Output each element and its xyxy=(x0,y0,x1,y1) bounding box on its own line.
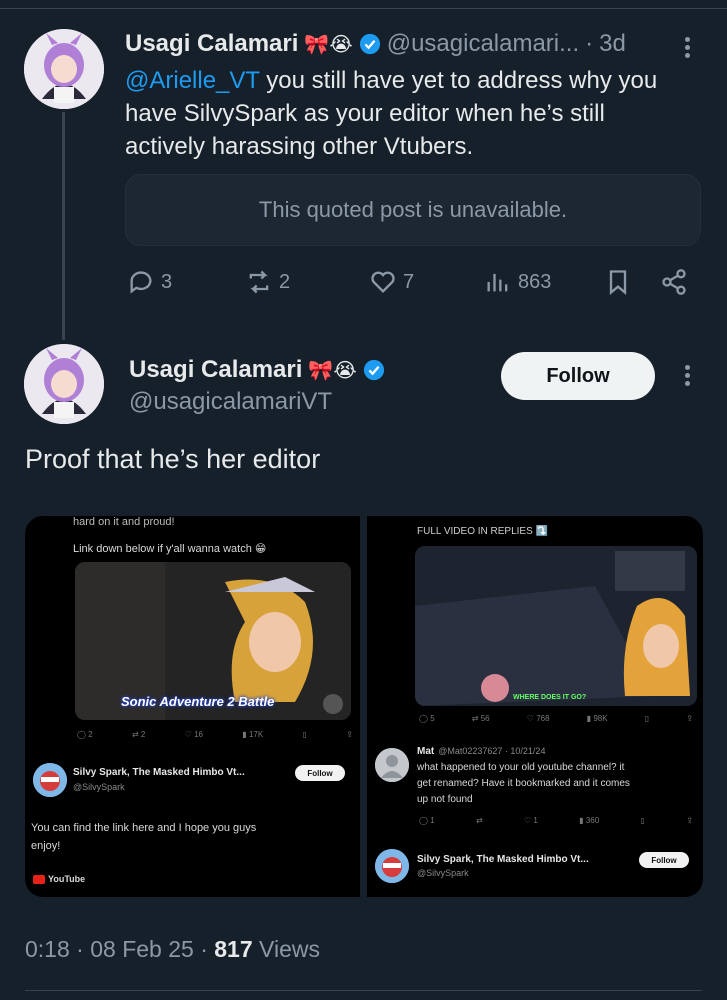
verified-badge-icon xyxy=(359,33,380,55)
media-image-right[interactable]: FULL VIDEO IN REPLIES ⤵️ WHERE DOES IT G… xyxy=(367,516,703,897)
views-chart-icon xyxy=(487,273,508,292)
tweet-date[interactable]: 08 Feb 25 xyxy=(90,936,194,962)
top-divider xyxy=(0,8,727,9)
author-name[interactable]: Usagi Calamari xyxy=(125,30,298,58)
reply-button[interactable]: 3 xyxy=(127,268,172,296)
tweet-text: @Arielle_VT you still have yet to addres… xyxy=(125,67,658,160)
views-count: 817 xyxy=(214,936,253,962)
video-thumbnail[interactable]: Sonic Adventure 2 Battle xyxy=(75,562,351,720)
embedded-follow-button: Follow xyxy=(295,765,345,781)
mention-link[interactable]: @Arielle_VT xyxy=(125,67,260,94)
author-handle[interactable]: @usagicalamari... xyxy=(387,30,579,58)
bottom-divider xyxy=(25,990,702,991)
author-name[interactable]: Usagi Calamari xyxy=(129,356,302,384)
author-handle[interactable]: @usagicalamariVT xyxy=(129,388,332,416)
tweet-meta: 0:18 · 08 Feb 25 · 817 Views xyxy=(25,936,320,962)
heart-icon xyxy=(371,271,395,293)
reply-icon xyxy=(130,271,152,294)
tweet-time[interactable]: 3d xyxy=(599,30,626,58)
youtube-link: YouTube xyxy=(33,874,85,884)
like-button[interactable]: 7 xyxy=(369,268,414,296)
more-options-icon[interactable] xyxy=(683,362,691,389)
youtube-icon xyxy=(33,874,45,884)
verified-badge-icon xyxy=(363,359,384,381)
repost-button[interactable]: 2 xyxy=(245,268,290,296)
embedded-reply-actions: ◯ 1 ⇄ ♡ 1 ▮ 360 ▯ ⇪ xyxy=(419,816,693,825)
share-icon xyxy=(662,269,686,295)
tweet-timestamp[interactable]: 0:18 xyxy=(25,936,70,962)
follow-button[interactable]: Follow xyxy=(501,352,655,400)
name-emojis: 🎀😭 xyxy=(304,33,353,56)
views-label: Views xyxy=(259,936,320,962)
avatar[interactable] xyxy=(24,29,104,109)
views-button[interactable]: 863 xyxy=(484,268,551,296)
share-button[interactable] xyxy=(660,268,688,296)
media-image-left[interactable]: hard on it and proud! Link down below if… xyxy=(25,516,360,897)
embedded-avatar xyxy=(33,763,67,797)
embedded-follow-button: Follow xyxy=(639,852,689,868)
tweet-header: Usagi Calamari 🎀😭 xyxy=(129,356,385,384)
repost-icon xyxy=(249,270,269,294)
embedded-actions: ◯ 2 ⇄ 2 ♡ 16 ▮ 17K ▯ ⇪ xyxy=(77,730,353,739)
bookmark-button[interactable] xyxy=(604,268,632,296)
game-title: Sonic Adventure 2 Battle xyxy=(121,694,275,709)
avatar[interactable] xyxy=(24,344,104,424)
avatar-image xyxy=(24,344,104,424)
embedded-avatar xyxy=(375,849,409,883)
tweet-header: Usagi Calamari 🎀😭 @usagicalamari... · 3d xyxy=(125,30,626,58)
video-thumbnail[interactable]: WHERE DOES IT GO? xyxy=(415,546,697,706)
embedded-avatar xyxy=(375,748,409,782)
video-thumbnail-image xyxy=(415,546,697,706)
bookmark-icon xyxy=(609,270,627,295)
thread-line xyxy=(62,112,65,340)
more-options-icon[interactable] xyxy=(683,34,691,61)
name-emojis: 🎀😭 xyxy=(308,359,357,382)
quoted-post-unavailable: This quoted post is unavailable. xyxy=(125,174,701,246)
embedded-actions: ◯ 5 ⇄ 56 ♡ 768 ▮ 98K ▯ ⇪ xyxy=(419,714,693,723)
avatar-image xyxy=(24,29,104,109)
tweet-text: Proof that he’s her editor xyxy=(25,444,321,474)
